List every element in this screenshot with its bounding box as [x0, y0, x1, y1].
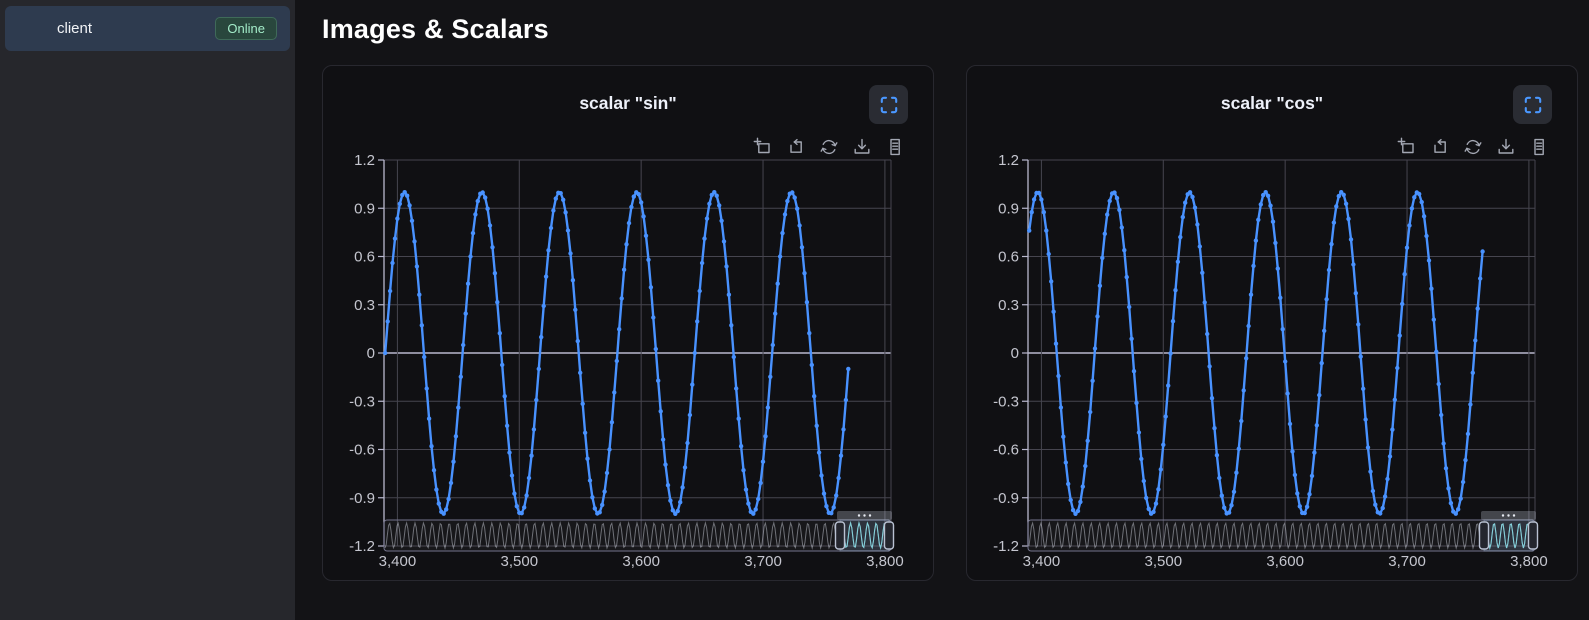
fullscreen-icon: [879, 95, 899, 115]
zoom-select-icon: [1397, 137, 1417, 157]
y-axis-label: 0.9: [998, 200, 1019, 217]
main-content: Images & Scalars scalar "sin" 1.2 0.9 0.6 0…: [295, 0, 1589, 620]
move-handle-dots-icon: [1507, 514, 1509, 516]
cos-chart-card: scalar "cos" 1.2 0.9 0.6 0.3 0 -0.3 -0.6 -0.9 -1…: [966, 65, 1578, 581]
x-axis-label: 3,700: [744, 553, 782, 570]
y-axis-label: -1.2: [349, 538, 375, 555]
x-axis-label: 3,600: [622, 553, 660, 570]
datazoom-right-handle[interactable]: [1529, 522, 1538, 549]
datazoom-right-handle[interactable]: [885, 522, 894, 549]
toolbox-zoom-select-button[interactable]: [1396, 136, 1418, 158]
zoom-select-icon: [753, 137, 773, 157]
x-axis-label: 3,400: [379, 553, 417, 570]
y-axis-label: 1.2: [998, 152, 1019, 169]
save-image-icon: [1496, 137, 1516, 157]
y-axis-label: -0.9: [993, 490, 1019, 507]
client-label: client: [57, 20, 92, 37]
chart-card-header: scalar "cos": [967, 66, 1577, 136]
save-image-icon: [852, 137, 872, 157]
y-axis-label: -0.9: [349, 490, 375, 507]
chart-card-header: scalar "sin": [323, 66, 933, 136]
y-axis-label: 0: [367, 345, 375, 362]
toolbox-save-image-button[interactable]: [1495, 136, 1517, 158]
sidebar: client Online: [0, 0, 295, 620]
fullscreen-button[interactable]: [1513, 85, 1552, 124]
toolbox-restore-button[interactable]: [818, 136, 840, 158]
move-handle-dots-icon: [1513, 514, 1515, 516]
x-axis-label: 3,500: [501, 553, 539, 570]
toolbox-zoom-back-button[interactable]: [1429, 136, 1451, 158]
data-view-icon: [885, 137, 905, 157]
x-axis-label: 3,500: [1145, 553, 1183, 570]
y-axis-label: -0.3: [349, 393, 375, 410]
y-axis-label: -0.6: [993, 442, 1019, 459]
x-axis-label: 3,800: [1510, 553, 1548, 570]
y-axis-label: -0.6: [349, 442, 375, 459]
chart-cards-row: scalar "sin" 1.2 0.9 0.6 0.3 0 -0.3 -0.6 -0.9 -1…: [322, 65, 1589, 581]
datazoom-window[interactable]: [840, 520, 889, 551]
y-axis-label: 0.3: [354, 297, 375, 314]
y-axis-label: 0: [1011, 345, 1019, 362]
move-handle-dots-icon: [863, 514, 865, 516]
datazoom-left-handle[interactable]: [836, 522, 845, 549]
sin-chart-plot[interactable]: 1.2 0.9 0.6 0.3 0 -0.3 -0.6 -0.9 -1.23,400 3,500 3…: [323, 136, 935, 582]
y-axis-label: -0.3: [993, 393, 1019, 410]
data-view-icon: [1529, 137, 1549, 157]
y-axis-label: 0.3: [998, 297, 1019, 314]
move-handle-dots-icon: [869, 514, 871, 516]
fullscreen-icon: [1523, 95, 1543, 115]
x-axis-label: 3,800: [866, 553, 904, 570]
zoom-back-icon: [1430, 137, 1450, 157]
y-axis-label: 0.6: [354, 249, 375, 266]
chart-title: scalar "sin": [323, 66, 933, 114]
toolbox-save-image-button[interactable]: [851, 136, 873, 158]
toolbox-data-view-button[interactable]: [1528, 136, 1550, 158]
move-handle-dots-icon: [858, 514, 860, 516]
chart-toolbox: [752, 136, 906, 158]
x-axis-label: 3,700: [1388, 553, 1426, 570]
restore-icon: [1463, 137, 1483, 157]
sin-chart-card: scalar "sin" 1.2 0.9 0.6 0.3 0 -0.3 -0.6 -0.9 -1…: [322, 65, 934, 581]
chart-toolbox: [1396, 136, 1550, 158]
y-axis-label: 0.6: [998, 249, 1019, 266]
chart-title: scalar "cos": [967, 66, 1577, 114]
fullscreen-button[interactable]: [869, 85, 908, 124]
page-title: Images & Scalars: [322, 14, 1589, 45]
sidebar-item-client[interactable]: client Online: [5, 6, 290, 51]
move-handle-dots-icon: [1502, 514, 1504, 516]
y-axis-label: 0.9: [354, 200, 375, 217]
toolbox-zoom-back-button[interactable]: [785, 136, 807, 158]
toolbox-data-view-button[interactable]: [884, 136, 906, 158]
y-axis-label: -1.2: [993, 538, 1019, 555]
status-badge: Online: [215, 17, 277, 40]
x-axis-label: 3,600: [1266, 553, 1304, 570]
datazoom-left-handle[interactable]: [1480, 522, 1489, 549]
x-axis-label: 3,400: [1023, 553, 1061, 570]
toolbox-zoom-select-button[interactable]: [752, 136, 774, 158]
restore-icon: [819, 137, 839, 157]
y-axis-label: 1.2: [354, 152, 375, 169]
cos-chart-plot[interactable]: 1.2 0.9 0.6 0.3 0 -0.3 -0.6 -0.9 -1.23,400 3,500 3…: [967, 136, 1579, 582]
zoom-back-icon: [786, 137, 806, 157]
toolbox-restore-button[interactable]: [1462, 136, 1484, 158]
datazoom-window[interactable]: [1484, 520, 1533, 551]
